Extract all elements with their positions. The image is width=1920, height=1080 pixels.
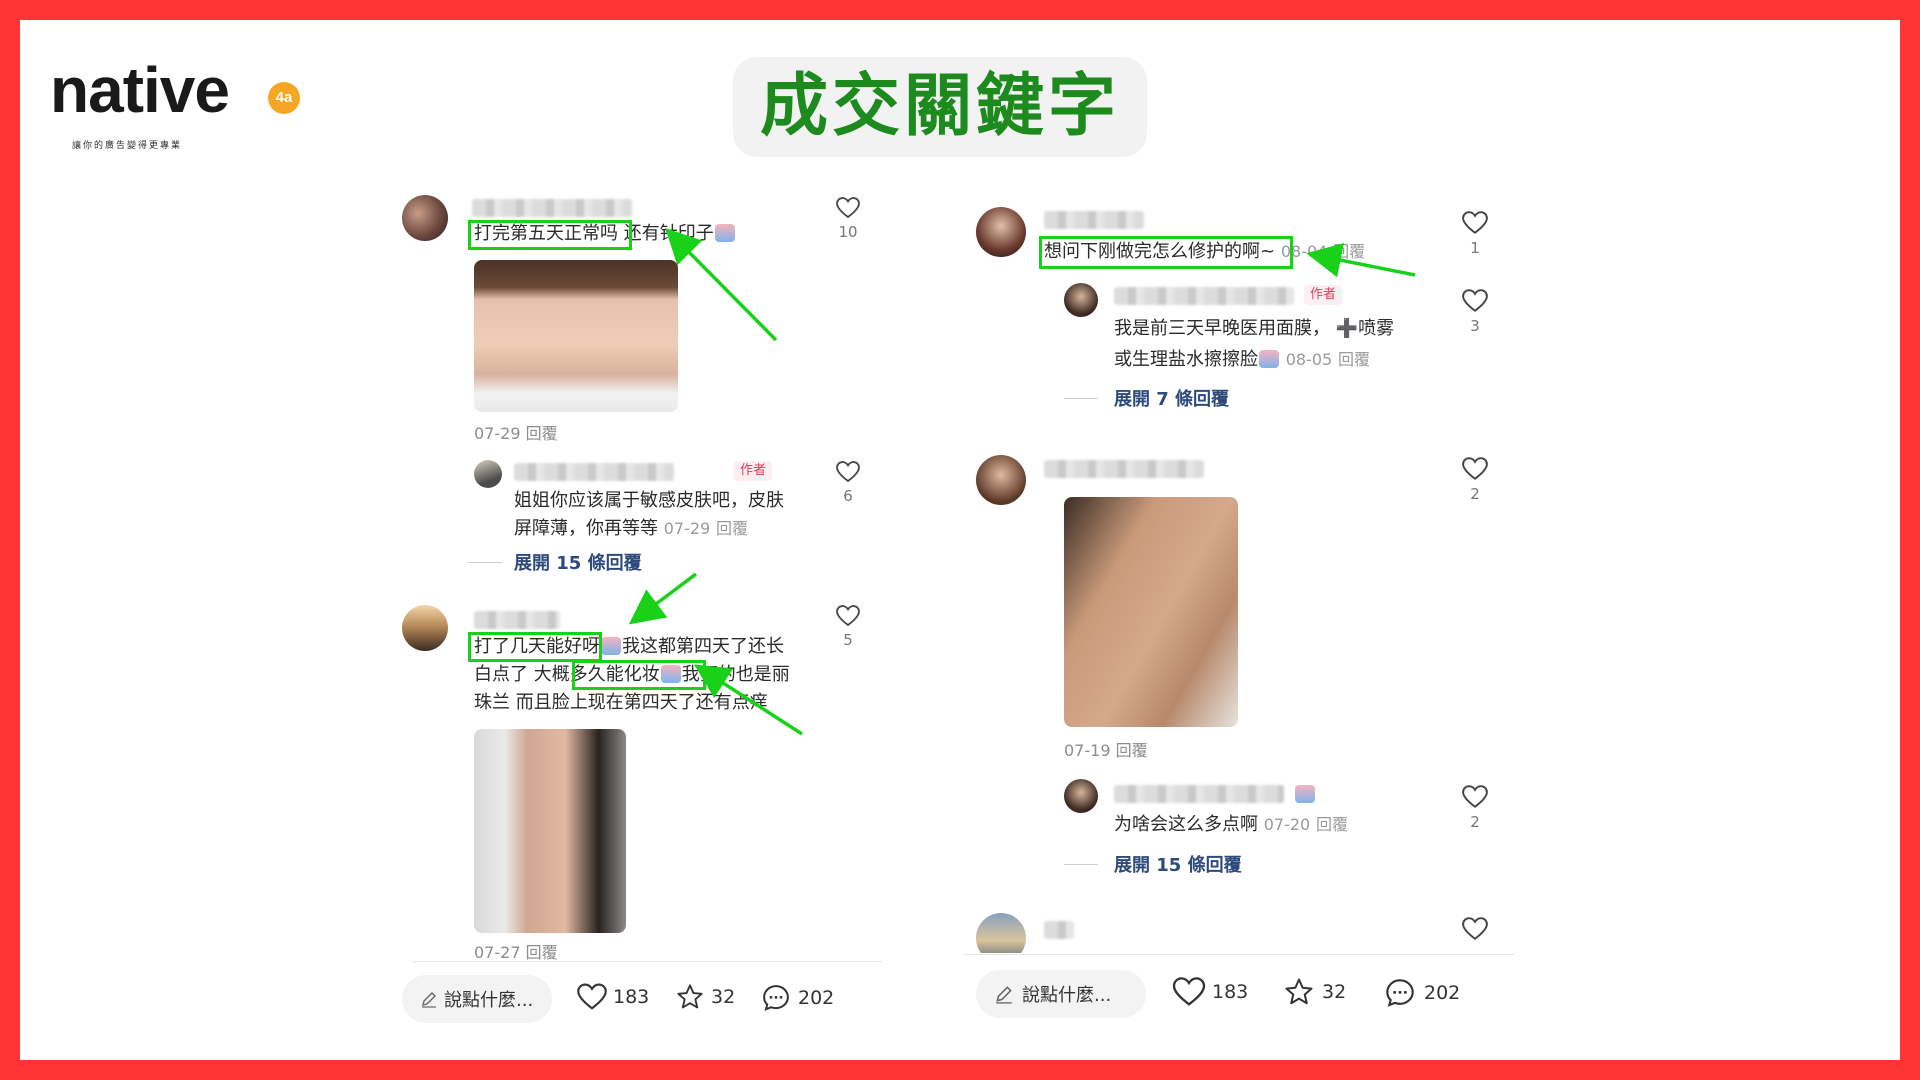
arrow-icon [694, 664, 803, 736]
arrow-icon [1306, 242, 1416, 278]
slide-frame: native 4a 讓你的廣告變得更專業 成交關鍵字 打完第五天正常吗 还有针印… [20, 20, 1900, 1060]
arrow-icon [628, 572, 698, 625]
annotation-arrows [628, 228, 1416, 736]
arrow-icon [665, 228, 778, 342]
